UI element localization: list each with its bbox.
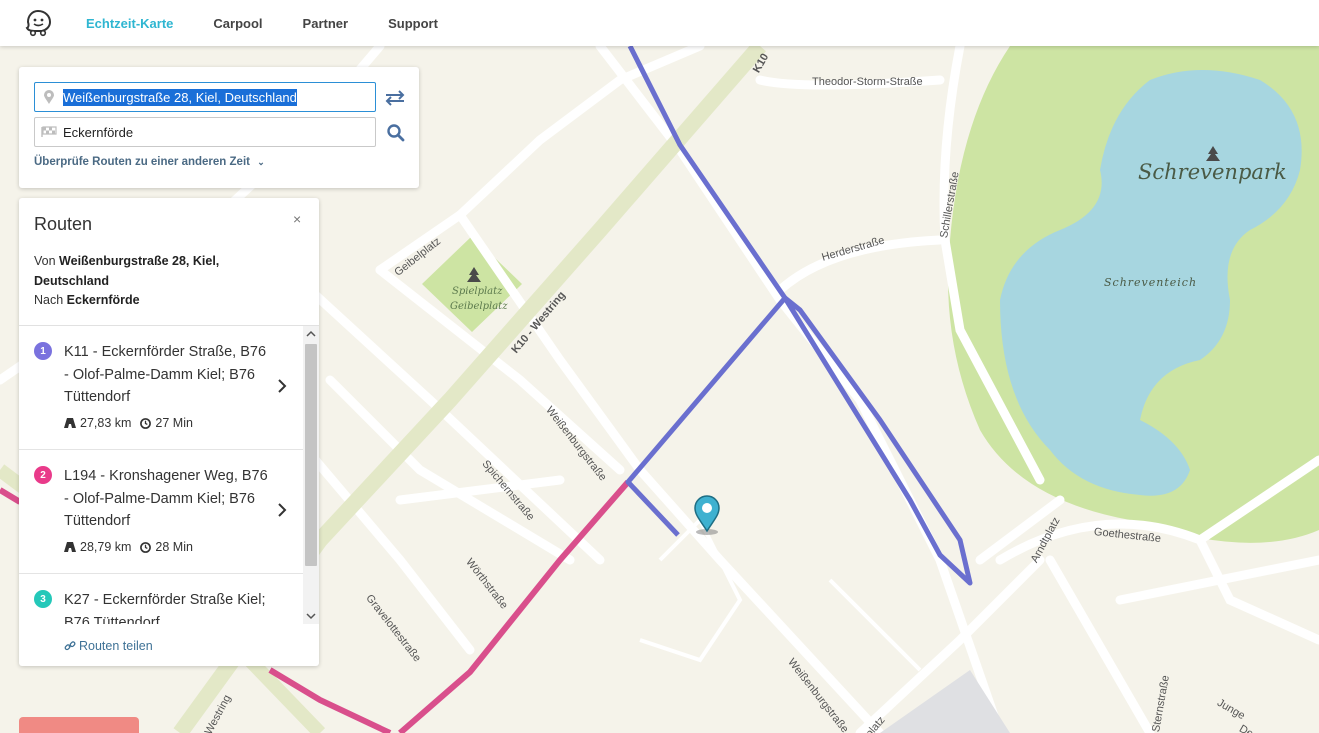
swap-directions-icon[interactable] <box>384 88 406 108</box>
route-name: K11 - Eckernförder Straße, B76 - Olof-Pa… <box>64 344 267 405</box>
link-icon <box>64 641 76 651</box>
nav-partner[interactable]: Partner <box>303 16 349 31</box>
waze-logo-icon[interactable] <box>23 8 53 38</box>
chevron-down-icon: ⌄ <box>257 157 265 167</box>
origin-value[interactable]: Weißenburgstraße 28, Kiel, Deutschland <box>63 88 297 106</box>
water-label-schreventeich: Schreventeich <box>1104 276 1198 289</box>
route-stats: 28,79 km 28 Min <box>64 540 193 554</box>
nav-support[interactable]: Support <box>388 16 438 31</box>
scroll-down-icon[interactable] <box>303 608 319 624</box>
route-list: 1 K11 - Eckernförder Straße, B76 - Olof-… <box>19 326 303 624</box>
share-routes-label: Routen teilen <box>79 639 153 653</box>
park-label-geibelplatz: Geibelplatz <box>450 301 508 312</box>
route-stats: 27,83 km 27 Min <box>64 416 193 430</box>
park-label-schrevenpark: Schrevenpark <box>1138 160 1287 184</box>
clock-icon <box>140 417 152 429</box>
route-list-scrollbar[interactable] <box>303 326 319 624</box>
search-icon[interactable] <box>386 123 406 143</box>
route-duration: 28 Min <box>155 540 193 554</box>
destination-field[interactable]: Eckernförde <box>34 117 376 147</box>
from-place: Weißenburgstraße 28, Kiel, Deutschland <box>34 254 220 288</box>
share-routes-link[interactable]: Routen teilen <box>64 639 153 653</box>
checkered-flag-icon <box>35 126 63 138</box>
clock-icon <box>140 541 152 553</box>
route-number-badge: 3 <box>34 590 52 608</box>
check-other-time-link[interactable]: Überprüfe Routen zu einer anderen Zeit ⌄ <box>34 156 265 168</box>
road-icon <box>64 542 76 552</box>
check-other-time-label: Überprüfe Routen zu einer anderen Zeit <box>34 156 250 168</box>
top-navigation-bar: Echtzeit-Karte Carpool Partner Support <box>0 0 1319 46</box>
destination-value[interactable]: Eckernförde <box>63 125 133 140</box>
to-place: Eckernförde <box>66 293 140 307</box>
close-icon[interactable]: × <box>293 211 301 227</box>
chevron-right-icon <box>278 503 287 517</box>
routes-title: Routen <box>34 214 93 234</box>
park-label-spielplatz: Spielplatz <box>452 286 503 297</box>
road-icon <box>64 418 76 428</box>
route-search-panel: Weißenburgstraße 28, Kiel, Deutschland E… <box>19 67 419 188</box>
route-number-badge: 1 <box>34 342 52 360</box>
route-summary: Von Weißenburgstraße 28, Kiel, Deutschla… <box>34 252 294 311</box>
route-option-2[interactable]: 2 L194 - Kronshagener Weg, B76 - Olof-Pa… <box>19 450 303 574</box>
route-number-badge: 2 <box>34 466 52 484</box>
nav-live-map[interactable]: Echtzeit-Karte <box>86 16 173 31</box>
route-distance: 27,83 km <box>80 416 132 430</box>
bottom-action-button[interactable] <box>19 717 139 733</box>
route-option-1[interactable]: 1 K11 - Eckernförder Straße, B76 - Olof-… <box>19 326 303 450</box>
street-label-theodor-storm: Theodor-Storm-Straße <box>812 76 923 88</box>
nav-carpool[interactable]: Carpool <box>213 16 262 31</box>
location-pin-icon <box>35 89 63 105</box>
origin-field[interactable]: Weißenburgstraße 28, Kiel, Deutschland <box>34 82 376 112</box>
route-option-3[interactable]: 3 K27 - Eckernförder Straße Kiel; B76 Tü… <box>19 574 303 624</box>
to-prefix: Nach <box>34 293 64 307</box>
chevron-right-icon <box>278 379 287 393</box>
from-prefix: Von <box>34 254 56 268</box>
routes-panel: Routen × Von Weißenburgstraße 28, Kiel, … <box>19 198 319 666</box>
route-name: K27 - Eckernförder Straße Kiel; B76 Tütt… <box>64 592 266 624</box>
route-name: L194 - Kronshagener Weg, B76 - Olof-Palm… <box>64 468 268 529</box>
scroll-thumb[interactable] <box>305 344 317 566</box>
route-distance: 28,79 km <box>80 540 132 554</box>
route-duration: 27 Min <box>155 416 193 430</box>
scroll-up-icon[interactable] <box>303 326 319 342</box>
